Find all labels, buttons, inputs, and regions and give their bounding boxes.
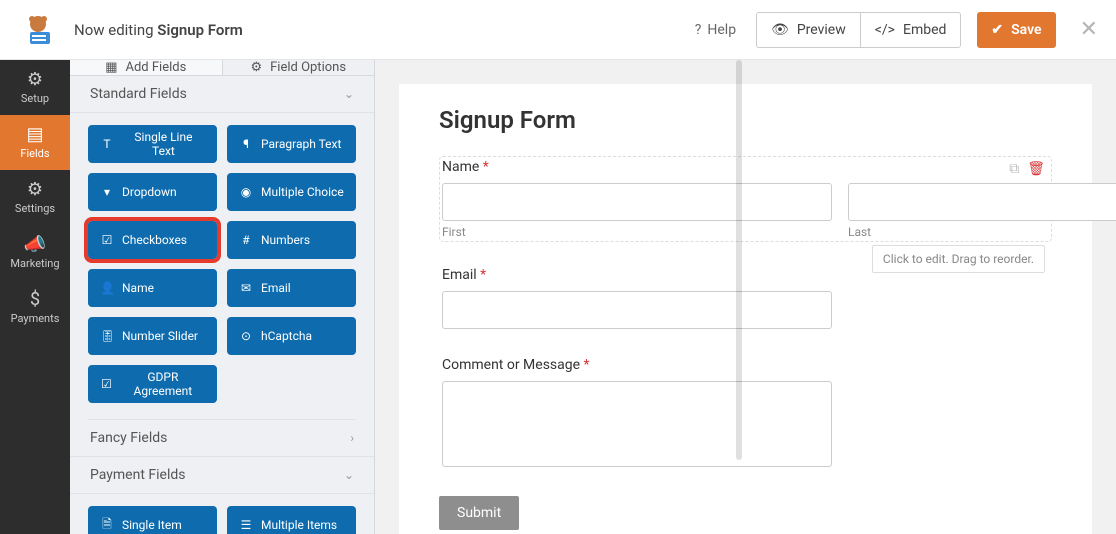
left-rail: ⚙Setup▤Fields⚙Settings📣Marketing$Payment… [0,60,70,534]
trash-icon[interactable]: 🗑 [1027,161,1045,177]
first-sublabel: First [442,225,832,239]
sidebar-scrollbar[interactable] [736,60,742,460]
field-icon: 👤 [100,281,114,295]
chevron-down-icon: ⌄ [344,468,354,482]
form-canvas[interactable]: Signup Form ⧉ 🗑 Name * First Last [399,84,1092,534]
field-icon: ☑ [100,233,114,247]
field-icon: ☰ [239,518,253,532]
section-payment-fields[interactable]: Payment Fields ⌄ [70,457,374,494]
preview-embed-group: 👁 Preview </> Embed [756,12,961,48]
sidebar: ▦ Add Fields ⚙ Field Options Standard Fi… [70,60,375,534]
field-icon: 🗎 [100,515,114,534]
help-icon: ? [695,22,702,38]
field-btn-dropdown[interactable]: ▾Dropdown [88,173,217,211]
last-name-input[interactable] [848,183,1116,221]
close-icon[interactable]: ✕ [1080,17,1098,42]
rail-item-marketing[interactable]: 📣Marketing [0,225,70,280]
payments-icon: $ [30,291,40,309]
field-icon: ▾ [100,185,114,199]
field-icon: ⊙ [239,329,253,343]
marketing-icon: 📣 [24,236,46,254]
form-title: Signup Form [439,106,1052,134]
field-btn-single-line-text[interactable]: TSingle Line Text [88,125,217,163]
submit-button[interactable]: Submit [439,496,519,530]
section-fancy-fields[interactable]: Fancy Fields › [70,420,374,457]
field-btn-number-slider[interactable]: 🎚Number Slider [88,317,217,355]
tab-add-fields[interactable]: ▦ Add Fields [70,60,223,76]
last-sublabel: Last [848,225,1116,239]
rail-item-settings[interactable]: ⚙Settings [0,170,70,225]
field-btn-gdpr-agreement[interactable]: ☑GDPR Agreement [88,365,217,403]
grid-icon: ▦ [105,60,117,75]
sliders-icon: ⚙ [250,60,262,75]
app-logo [18,10,58,50]
settings-icon: ⚙ [27,181,43,199]
embed-button[interactable]: </> Embed [860,12,962,48]
field-icon: ◉ [239,185,253,199]
tab-field-options[interactable]: ⚙ Field Options [223,60,375,76]
field-btn-multiple-choice[interactable]: ◉Multiple Choice [227,173,356,211]
field-icon: # [239,233,253,247]
field-btn-name[interactable]: 👤Name [88,269,217,307]
field-email[interactable]: Email * [439,264,1052,332]
field-btn-numbers[interactable]: #Numbers [227,221,356,259]
preview-button[interactable]: 👁 Preview [756,12,860,48]
field-btn-checkboxes[interactable]: ☑Checkboxes [88,221,217,259]
field-btn-hcaptcha[interactable]: ⊙hCaptcha [227,317,356,355]
setup-icon: ⚙ [27,71,43,89]
rail-item-payments[interactable]: $Payments [0,280,70,335]
field-btn-paragraph-text[interactable]: ¶Paragraph Text [227,125,356,163]
field-icon: ☑ [100,377,113,391]
rail-item-setup[interactable]: ⚙Setup [0,60,70,115]
eye-icon: 👁 [771,22,789,38]
field-icon: 🎚 [100,329,114,343]
code-icon: </> [875,22,895,38]
duplicate-icon[interactable]: ⧉ [1009,161,1019,177]
chevron-right-icon: › [350,431,354,445]
first-name-input[interactable] [442,183,832,221]
name-label: Name * [442,159,1049,175]
top-bar: Now editing Signup Form ? Help 👁 Preview… [0,0,1116,60]
field-btn-multiple-items[interactable]: ☰Multiple Items [227,506,356,534]
section-standard-fields[interactable]: Standard Fields ⌄ [70,76,374,113]
save-button[interactable]: ✔ Save [977,12,1055,48]
check-icon: ✔ [991,22,1003,38]
chevron-down-icon: ⌄ [344,87,354,101]
email-label: Email * [442,267,1049,283]
field-comment[interactable]: Comment or Message * [439,354,1052,474]
field-btn-single-item[interactable]: 🗎Single Item [88,506,217,534]
help-link[interactable]: ? Help [695,22,736,38]
fields-icon: ▤ [26,126,43,144]
comment-textarea[interactable] [442,381,832,467]
field-icon: ✉ [239,281,253,295]
comment-label: Comment or Message * [442,357,1049,373]
email-input[interactable] [442,291,832,329]
field-btn-email[interactable]: ✉Email [227,269,356,307]
rail-item-fields[interactable]: ▤Fields [0,115,70,170]
preview-pane: Signup Form ⧉ 🗑 Name * First Last [375,60,1116,534]
field-name[interactable]: ⧉ 🗑 Name * First Last Click to edit. Dra… [439,156,1052,242]
field-icon: T [100,137,114,151]
field-icon: ¶ [239,137,253,151]
editing-label: Now editing Signup Form [74,21,243,39]
